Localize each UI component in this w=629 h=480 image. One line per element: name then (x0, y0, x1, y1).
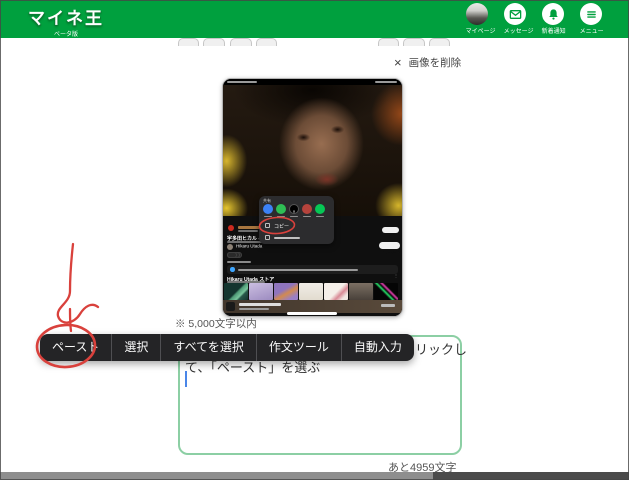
menu-item-paste[interactable]: ペースト (40, 334, 111, 361)
clipped-tab[interactable] (256, 38, 277, 46)
share-app-icon-whatsapp (276, 204, 286, 214)
x-glyph: X (293, 210, 295, 213)
album-thumbnail (349, 283, 373, 300)
status-text-blur (227, 81, 257, 83)
bell-icon (542, 3, 564, 25)
mini-player-thumb (226, 302, 235, 311)
hamburger-icon (580, 3, 602, 25)
share-popup: 共有 X コピー (259, 196, 334, 244)
album-thumbnail (324, 283, 348, 300)
clipped-tab[interactable] (403, 38, 425, 46)
site-header: マイネ王 ベータ版 マイページ メッセージ (0, 0, 629, 38)
nav-mypage-label: マイページ (466, 26, 489, 35)
app-label-blur (264, 216, 272, 217)
album-thumbnail (224, 283, 248, 300)
clipped-tab[interactable] (230, 38, 252, 46)
subscribe-button: チャンネル登録 (379, 242, 400, 249)
album-thumbnail (299, 283, 323, 300)
share-app-icon-x: X (289, 204, 299, 214)
envelope-icon (504, 3, 526, 25)
more-icon: ⋮ (394, 274, 398, 278)
comments-label-blur (227, 261, 251, 263)
share-app-icon-messages (263, 204, 273, 214)
horizontal-scrollbar-thumb[interactable] (433, 472, 629, 480)
channel-avatar (227, 244, 233, 250)
delete-image-button[interactable]: × 画像を削除 (394, 55, 461, 70)
site-logo-title: マイネ王 (28, 4, 104, 29)
nav-menu-label: メニュー (580, 26, 603, 35)
nav-notifications[interactable]: 新着通知 (534, 3, 572, 41)
page: マイネ王 ベータ版 マイページ メッセージ (0, 0, 629, 480)
mini-player-controls-blur (381, 304, 395, 307)
context-menu: ペースト 選択 すべてを選択 作文ツール 自動入力 (40, 334, 414, 361)
avatar (466, 3, 488, 25)
clipped-tab[interactable] (378, 38, 399, 46)
channel-name: Hikaru Utada (236, 244, 262, 249)
mini-player-sub-blur (239, 308, 269, 310)
mini-player-title-blur (239, 303, 281, 306)
album-thumbnail (374, 283, 398, 300)
share-popup-title: 共有 (263, 197, 271, 203)
clipped-tab[interactable] (429, 38, 450, 46)
menu-item-icon (265, 235, 270, 240)
store-thumbnails-row (224, 283, 398, 300)
status-icons-blur (375, 81, 397, 83)
clipped-tab[interactable] (203, 38, 225, 46)
comment-avatar (230, 267, 235, 272)
nav-message-label: メッセージ (504, 26, 527, 35)
menu-item-writing-tools[interactable]: 作文ツール (256, 334, 341, 361)
delete-image-label: 画像を削除 (409, 55, 462, 70)
copy-menu-item: コピー (274, 222, 289, 230)
share-app-icon-mail (302, 204, 312, 214)
nav-message[interactable]: メッセージ (496, 3, 534, 41)
nav-notifications-label: 新着通知 (542, 26, 565, 35)
app-label-blur (316, 216, 324, 217)
comment-text-blur (238, 269, 358, 271)
site-logo[interactable]: マイネ王 ベータ版 (28, 4, 104, 44)
menu-item-blur (274, 237, 300, 239)
subscribe-label: チャンネル登録 (380, 251, 401, 253)
album-thumbnail (249, 283, 273, 300)
nav-mypage[interactable]: マイページ (458, 3, 496, 41)
app-label-blur (277, 216, 285, 217)
text-cursor (185, 371, 187, 387)
small-pill-button (382, 227, 399, 233)
copy-icon (265, 223, 270, 228)
chip (227, 252, 237, 258)
annotation-arrow-line (58, 244, 98, 323)
char-limit-note: ※ 5,000文字以内 (175, 316, 257, 331)
list-item-icon (228, 225, 234, 231)
close-icon: × (394, 56, 402, 69)
text-blur-bar (238, 230, 258, 232)
menu-item-select-all[interactable]: すべてを選択 (160, 334, 255, 361)
share-app-icon-line (315, 204, 325, 214)
annotation-arrow-tail (70, 309, 71, 331)
site-logo-subtitle: ベータ版 (43, 29, 89, 38)
clipped-tab[interactable] (178, 38, 199, 46)
menu-item-select[interactable]: 選択 (111, 334, 160, 361)
album-thumbnail (274, 283, 298, 300)
uploaded-image-preview: 宇多田ヒカル - Automatic Hikaru Utada チャンネル登録 … (222, 78, 403, 317)
app-label-blur (303, 216, 311, 217)
header-nav: マイページ メッセージ 新着通知 (458, 3, 610, 41)
home-indicator (287, 312, 337, 315)
nav-menu[interactable]: メニュー (572, 3, 610, 41)
menu-item-autofill[interactable]: 自動入力 (341, 334, 414, 361)
app-label-blur (290, 216, 298, 217)
